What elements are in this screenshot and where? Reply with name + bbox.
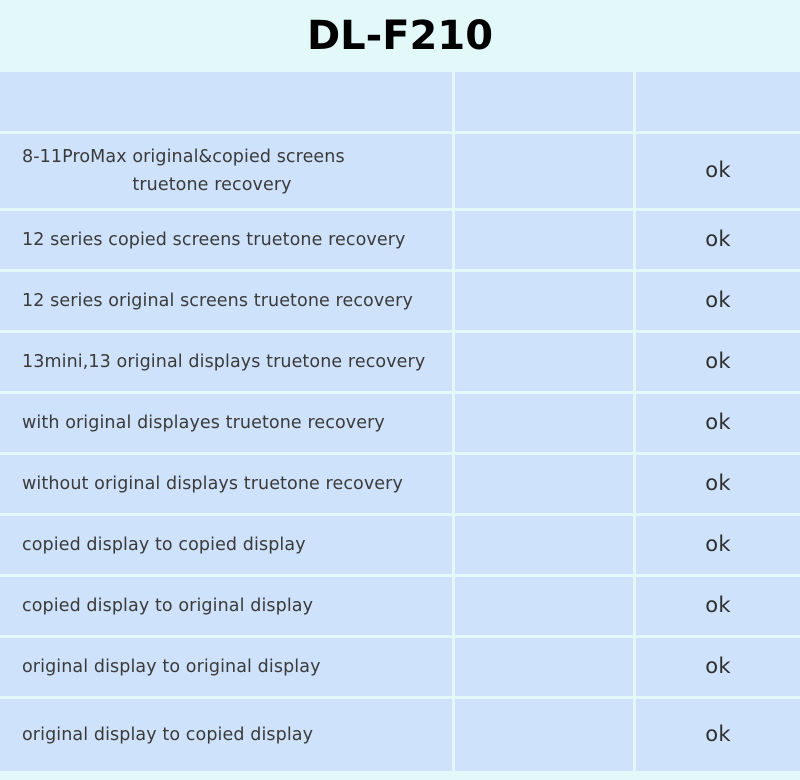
- feature-cell: original display to copied display: [0, 699, 455, 771]
- middle-cell: [455, 134, 636, 211]
- header-cell-feature: [0, 72, 455, 134]
- middle-cell: [455, 577, 636, 638]
- status-cell: ok: [636, 394, 800, 455]
- status-cell: ok: [636, 333, 800, 394]
- status-cell: ok: [636, 638, 800, 699]
- feature-cell: without original displays truetone recov…: [0, 455, 455, 516]
- middle-cell: [455, 638, 636, 699]
- status-cell: ok: [636, 211, 800, 272]
- table-row: 12 series original screens truetone reco…: [0, 272, 800, 333]
- title-banner: DL-F210: [0, 0, 800, 72]
- header-cell-middle: [455, 72, 636, 134]
- feature-label-line1: original display to copied display: [22, 724, 314, 745]
- compatibility-table: 8-11ProMax original&copied screens truet…: [0, 72, 800, 771]
- table-body: 8-11ProMax original&copied screens truet…: [0, 72, 800, 771]
- status-cell: ok: [636, 134, 800, 211]
- table-row: with original displayes truetone recover…: [0, 394, 800, 455]
- table-row: 13mini,13 original displays truetone rec…: [0, 333, 800, 394]
- status-cell: ok: [636, 516, 800, 577]
- product-spec-page: DL-F210 8-11ProMax original&copied scree…: [0, 0, 800, 780]
- middle-cell: [455, 211, 636, 272]
- table-row: original display to copied display ok: [0, 699, 800, 771]
- table-row: copied display to copied display ok: [0, 516, 800, 577]
- feature-label-line1: without original displays truetone recov…: [22, 473, 403, 494]
- feature-cell: 8-11ProMax original&copied screens truet…: [0, 134, 455, 211]
- status-cell: ok: [636, 699, 800, 771]
- table-row: without original displays truetone recov…: [0, 455, 800, 516]
- page-title: DL-F210: [306, 13, 494, 59]
- feature-label-line1: original display to original display: [22, 656, 321, 677]
- feature-cell: copied display to copied display: [0, 516, 455, 577]
- header-cell-status: [636, 72, 800, 134]
- status-cell: ok: [636, 272, 800, 333]
- feature-label-line1: 8-11ProMax original&copied screens: [22, 146, 345, 167]
- middle-cell: [455, 272, 636, 333]
- status-cell: ok: [636, 577, 800, 638]
- feature-cell: original display to original display: [0, 638, 455, 699]
- feature-label-line1: copied display to original display: [22, 595, 314, 616]
- feature-label-line1: copied display to copied display: [22, 534, 306, 555]
- table-row: copied display to original display ok: [0, 577, 800, 638]
- table-row: 12 series copied screens truetone recove…: [0, 211, 800, 272]
- status-cell: ok: [636, 455, 800, 516]
- feature-cell: copied display to original display: [0, 577, 455, 638]
- feature-label-line1: with original displayes truetone recover…: [22, 412, 385, 433]
- middle-cell: [455, 516, 636, 577]
- feature-cell: with original displayes truetone recover…: [0, 394, 455, 455]
- feature-label-line2: truetone recovery: [132, 175, 292, 195]
- feature-label-line1: 12 series copied screens truetone recove…: [22, 229, 406, 250]
- table-header-row: [0, 72, 800, 134]
- table-row: original display to original display ok: [0, 638, 800, 699]
- middle-cell: [455, 394, 636, 455]
- feature-label-line1: 12 series original screens truetone reco…: [22, 290, 413, 311]
- feature-cell: 12 series original screens truetone reco…: [0, 272, 455, 333]
- middle-cell: [455, 333, 636, 394]
- feature-label-line1: 13mini,13 original displays truetone rec…: [22, 351, 426, 372]
- table-row: 8-11ProMax original&copied screens truet…: [0, 134, 800, 211]
- feature-cell: 13mini,13 original displays truetone rec…: [0, 333, 455, 394]
- middle-cell: [455, 699, 636, 771]
- feature-cell: 12 series copied screens truetone recove…: [0, 211, 455, 272]
- middle-cell: [455, 455, 636, 516]
